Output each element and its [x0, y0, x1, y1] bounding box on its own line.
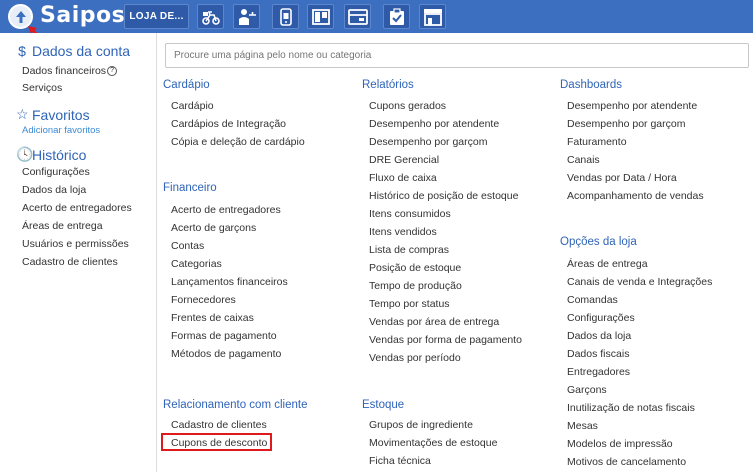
menu-link[interactable]: Desempenho por atendente [369, 118, 499, 130]
clock-icon: 🕓 [16, 146, 34, 162]
top-bar: Saipos LOJA DE... [0, 0, 753, 33]
arrow-up-icon [15, 10, 26, 23]
menu-link[interactable]: Contas [171, 240, 204, 252]
search-input[interactable] [165, 43, 749, 68]
menu-link[interactable]: Cardápio [171, 100, 214, 112]
menu-link[interactable]: Canais de venda e Integrações [567, 276, 712, 288]
menu-link[interactable]: Tempo por status [369, 298, 450, 310]
history-item[interactable]: Áreas de entrega [22, 220, 103, 232]
menu-link[interactable]: Garçons [567, 384, 607, 396]
menu-link[interactable]: Acompanhamento de vendas [567, 190, 704, 202]
menu-link[interactable]: Grupos de ingrediente [369, 419, 473, 431]
delivery-button[interactable] [197, 4, 224, 29]
store-selector-button[interactable]: LOJA DE... [124, 4, 189, 29]
dollar-icon: $ [18, 43, 26, 59]
store-button[interactable] [419, 4, 446, 29]
add-favorites-link[interactable]: Adicionar favoritos [22, 125, 100, 136]
sidebar-item-servicos[interactable]: Serviços [22, 82, 62, 94]
menu-link[interactable]: Configurações [567, 312, 635, 324]
category-title-relacionamento: Relacionamento com cliente [163, 399, 308, 411]
menu-link[interactable]: Desempenho por garçom [369, 136, 487, 148]
history-item[interactable]: Acerto de entregadores [22, 202, 132, 214]
category-title-estoque: Estoque [362, 399, 405, 411]
menu-link[interactable]: Tempo de produção [369, 280, 462, 292]
star-icon: ☆ [16, 106, 29, 122]
board-icon [311, 8, 330, 25]
phone-icon [279, 7, 292, 26]
menu-link[interactable]: Frentes de caixas [171, 312, 254, 324]
menu-link[interactable]: Lista de compras [369, 244, 449, 256]
kiosk-button[interactable] [344, 4, 371, 29]
sidebar-item-dados-financeiros[interactable]: Dados financeiros? [22, 65, 118, 77]
menu-link[interactable]: Itens vendidos [369, 226, 437, 238]
menu-link[interactable]: Vendas por área de entrega [369, 316, 499, 328]
menu-link[interactable]: Cupons gerados [369, 100, 446, 112]
menu-link[interactable]: Mesas [567, 420, 598, 432]
account-section-title[interactable]: $ Dados da conta [16, 43, 130, 59]
board-button[interactable] [307, 4, 334, 29]
category-title-financeiro: Financeiro [163, 182, 217, 194]
menu-link[interactable]: Ficha técnica [369, 455, 431, 467]
menu-link[interactable]: Categorias [171, 258, 222, 270]
menu-link[interactable]: Inutilização de notas fiscais [567, 402, 695, 414]
menu-link[interactable]: Cadastro de clientes [171, 419, 267, 431]
category-title-cardapio: Cardápio [163, 79, 210, 91]
history-item[interactable]: Configurações [22, 166, 90, 178]
phone-button[interactable] [272, 4, 299, 29]
history-item[interactable]: Usuários e permissões [22, 238, 129, 250]
menu-link[interactable]: Vendas por forma de pagamento [369, 334, 522, 346]
menu-link[interactable]: Posição de estoque [369, 262, 461, 274]
clipboard-check-icon [389, 7, 404, 25]
menu-link[interactable]: Acerto de entregadores [171, 204, 281, 216]
menu-link[interactable]: Movimentações de estoque [369, 437, 497, 449]
menu-link[interactable]: Desempenho por garçom [567, 118, 685, 130]
category-title-opcoes: Opções da loja [560, 236, 637, 248]
menu-link[interactable]: Dados fiscais [567, 348, 629, 360]
menu-link[interactable]: Cardápios de Integração [171, 118, 286, 130]
menu-link[interactable]: Dados da loja [567, 330, 631, 342]
menu-link[interactable]: Motivos de cancelamento [567, 456, 686, 468]
category-title-relatorios: Relatórios [362, 79, 414, 91]
highlight-box [161, 433, 272, 451]
menu-link[interactable]: Histórico de posição de estoque [369, 190, 518, 202]
category-title-dashboards: Dashboards [560, 79, 623, 91]
menu-link[interactable]: Formas de pagamento [171, 330, 277, 342]
menu-link[interactable]: DRE Gerencial [369, 154, 439, 166]
sidebar [0, 33, 157, 472]
menu-link[interactable]: Cópia e deleção de cardápio [171, 136, 305, 148]
waiter-button[interactable] [233, 4, 260, 29]
menu-link[interactable]: Entregadores [567, 366, 630, 378]
menu-link[interactable]: Itens consumidos [369, 208, 451, 220]
kiosk-icon [347, 8, 368, 25]
help-icon[interactable]: ? [107, 66, 118, 77]
menu-link[interactable]: Áreas de entrega [567, 258, 648, 270]
menu-link[interactable]: Vendas por Data / Hora [567, 172, 677, 184]
menu-link[interactable]: Lançamentos financeiros [171, 276, 288, 288]
menu-link[interactable]: Fluxo de caixa [369, 172, 437, 184]
menu-link[interactable]: Métodos de pagamento [171, 348, 281, 360]
menu-link[interactable]: Modelos de impressão [567, 438, 673, 450]
checklist-button[interactable] [383, 4, 410, 29]
menu-link[interactable]: Comandas [567, 294, 618, 306]
menu-link[interactable]: Desempenho por atendente [567, 100, 697, 112]
menu-link[interactable]: Acerto de garçons [171, 222, 256, 234]
favorites-section-title[interactable]: ☆ Favoritos [16, 106, 90, 123]
menu-link[interactable]: Canais [567, 154, 600, 166]
store-icon [423, 8, 442, 26]
menu-link[interactable]: Faturamento [567, 136, 627, 148]
waiter-icon [238, 8, 256, 25]
history-item[interactable]: Dados da loja [22, 184, 86, 196]
history-section-title[interactable]: 🕓 Histórico [16, 146, 86, 163]
delivery-icon [201, 10, 220, 25]
history-item[interactable]: Cadastro de clientes [22, 256, 118, 268]
menu-link[interactable]: Vendas por período [369, 352, 461, 364]
menu-link[interactable]: Fornecedores [171, 294, 236, 306]
